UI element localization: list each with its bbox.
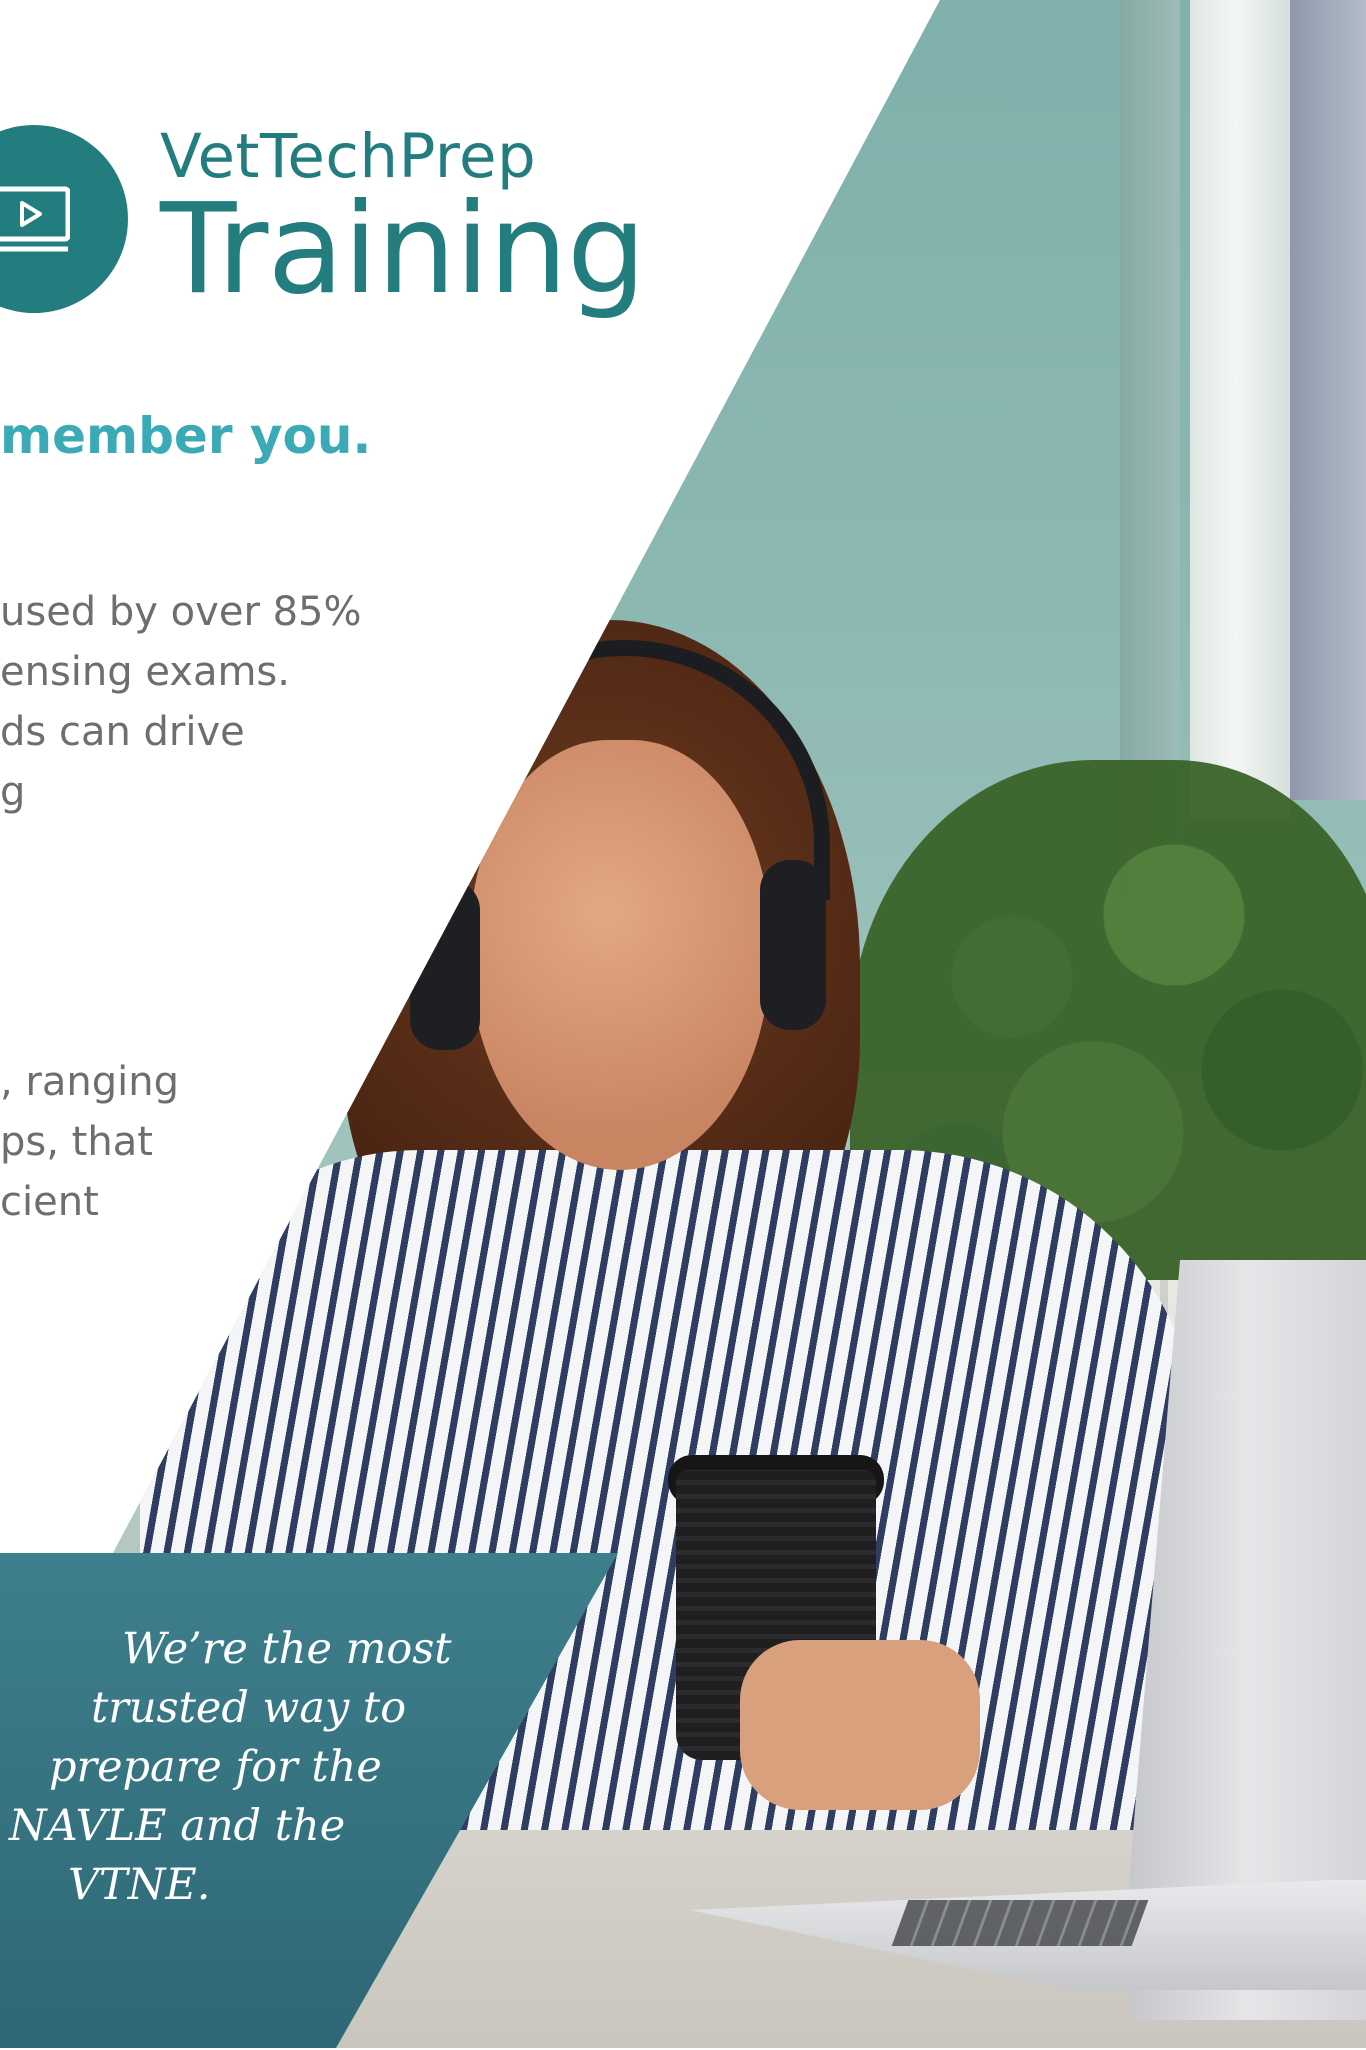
quote-line: trusted way to — [91, 1683, 407, 1733]
paragraph-line: g — [0, 769, 26, 815]
paragraph-line: ensing exams. — [0, 649, 290, 695]
paragraph-line: , ranging — [0, 1059, 179, 1105]
paragraph-line: used by over 85% — [0, 589, 362, 635]
quote-line: prepare for the — [49, 1742, 382, 1792]
paragraph-line: cient — [0, 1179, 99, 1225]
brand-name-main: Training — [160, 177, 646, 322]
quote-line: VTNE. — [68, 1860, 211, 1910]
window-frame — [1290, 0, 1366, 800]
window-light — [1190, 0, 1290, 820]
quote-line: NAVLE and the — [9, 1801, 346, 1851]
headphone-right — [760, 860, 826, 1030]
headphone-left — [410, 880, 480, 1050]
pull-quote: We’re the most trusted way to prepare fo… — [0, 1620, 460, 1915]
headline: member you. — [0, 407, 372, 465]
video-screen-icon — [0, 186, 70, 252]
body-paragraph-2: , ranging ps, that cient — [0, 1052, 179, 1232]
headphones-band — [420, 640, 830, 900]
paragraph-line: ps, that — [0, 1119, 153, 1165]
paragraph-line: ds can drive — [0, 709, 245, 755]
hand — [740, 1640, 980, 1810]
laptop-keyboard — [891, 1900, 1149, 1946]
logo-badge — [0, 125, 128, 313]
body-paragraph-1: used by over 85% ensing exams. ds can dr… — [0, 582, 362, 822]
quote-line: We’re the most — [122, 1624, 452, 1674]
